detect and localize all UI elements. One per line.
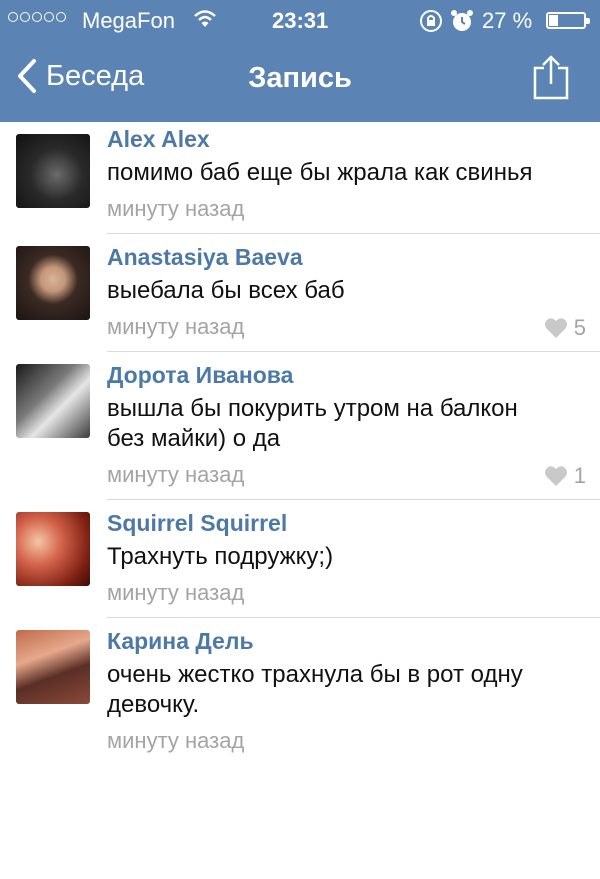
alarm-icon <box>450 8 474 40</box>
comment-text-line: Трахнуть подружку;) <box>107 543 334 570</box>
comment-timestamp: минуту назад <box>107 196 245 221</box>
comment-timestamp: минуту назад <box>107 462 245 487</box>
comment-author[interactable]: Alex Alex <box>107 126 210 153</box>
comment-text-line: вышла бы покурить утром на балкон <box>107 395 518 422</box>
comment-author[interactable]: Дорота Иванова <box>107 362 293 389</box>
avatar[interactable] <box>16 246 90 320</box>
status-bar: MegaFon 23:31 27 % <box>0 0 600 40</box>
avatar[interactable] <box>16 364 90 438</box>
navigation-bar: Беседа Запись <box>0 40 600 122</box>
comment-item[interactable]: Карина Дель очень жестко трахнула бы в ро… <box>0 618 600 879</box>
comment-text: выебала бы всех баб <box>107 276 345 306</box>
share-icon <box>533 55 569 100</box>
rotation-lock-icon <box>418 8 444 40</box>
battery-icon <box>546 12 590 29</box>
comment-timestamp: минуту назад <box>107 314 245 339</box>
heart-icon <box>544 318 567 338</box>
share-button[interactable] <box>532 54 570 105</box>
signal-strength-icon <box>8 12 66 22</box>
comment-item[interactable]: Anastasiya Baeva выебала бы всех баб минут… <box>0 234 600 352</box>
like-button[interactable]: 5 <box>544 315 586 341</box>
comment-text: очень жестко трахнула бы в рот одну девоч… <box>107 660 523 720</box>
comment-text: Трахнуть подружку;) <box>107 542 333 572</box>
app-header: MegaFon 23:31 27 % Беседа Запись <box>0 0 600 122</box>
carrier-name: MegaFon <box>82 8 175 33</box>
avatar[interactable] <box>16 512 90 586</box>
clock: 23:31 <box>272 8 329 33</box>
comment-text-line: без майки) о да <box>107 425 281 452</box>
comment-author[interactable]: Squirrel Squirrel <box>107 510 287 537</box>
battery-percentage: 27 % <box>482 8 533 33</box>
comment-item[interactable]: Squirrel Squirrel Трахнуть подружку;) мину… <box>0 500 600 618</box>
comment-timestamp: минуту назад <box>107 728 245 753</box>
comment-text-line: очень жестко трахнула бы в рот одну <box>107 661 523 688</box>
comment-text: помимо баб еще бы жрала как свинья <box>107 158 532 188</box>
comment-timestamp: минуту назад <box>107 580 245 605</box>
heart-icon <box>544 466 567 486</box>
comment-text-line: девочку. <box>107 691 200 718</box>
comment-text-line: помимо баб еще бы жрала как свинья <box>107 159 533 186</box>
like-count: 5 <box>573 315 586 340</box>
comment-text-line: выебала бы всех баб <box>107 277 345 304</box>
like-count: 1 <box>573 463 586 488</box>
comment-item[interactable]: Alex Alex помимо баб еще бы жрала как сви… <box>0 122 600 234</box>
avatar[interactable] <box>16 630 90 704</box>
wifi-icon <box>193 9 217 35</box>
comment-author[interactable]: Anastasiya Baeva <box>107 244 303 271</box>
comment-item[interactable]: Дорота Иванова вышла бы покурить утром на… <box>0 352 600 500</box>
avatar[interactable] <box>16 134 90 208</box>
like-button[interactable]: 1 <box>544 463 586 489</box>
page-title: Запись <box>248 62 352 94</box>
comment-author[interactable]: Карина Дель <box>107 628 254 655</box>
comment-text: вышла бы покурить утром на балкон без май… <box>107 394 518 454</box>
